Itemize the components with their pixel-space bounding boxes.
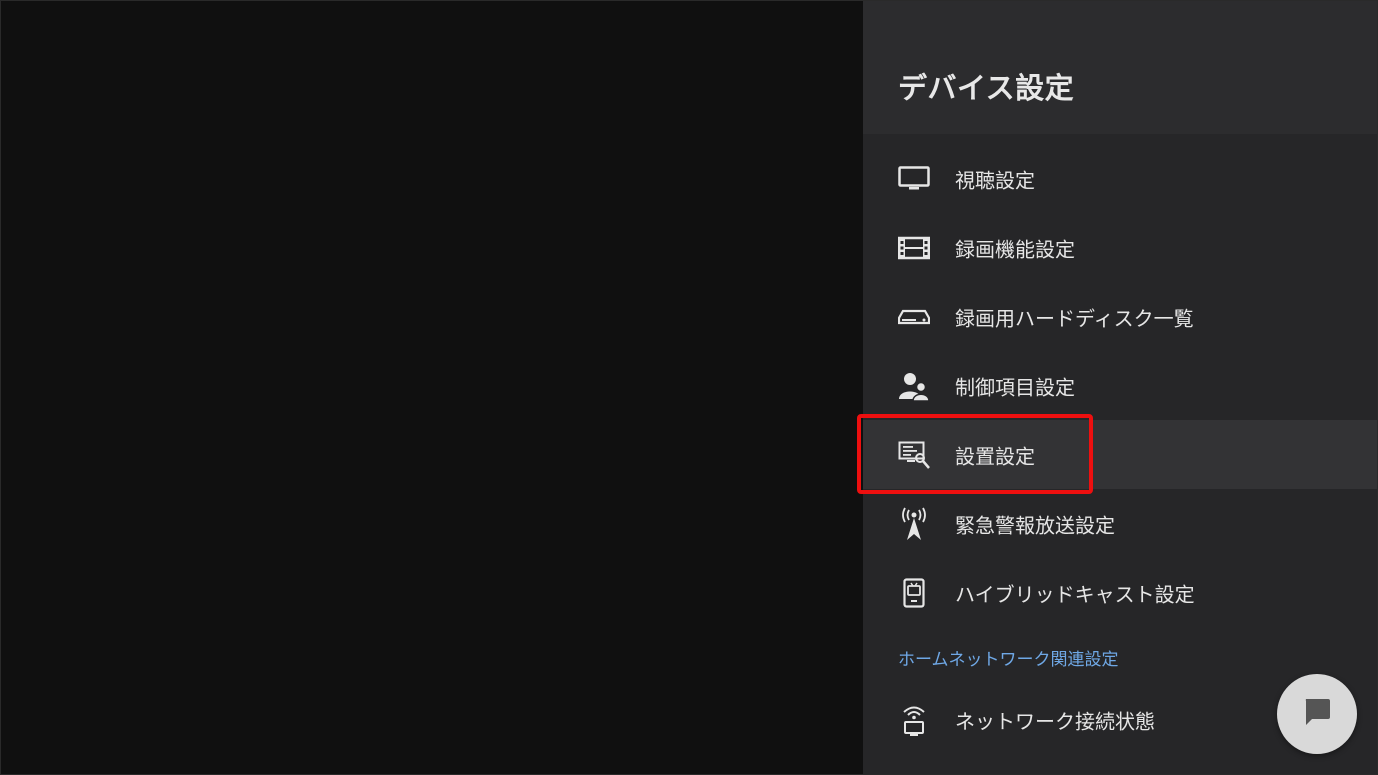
menu-item-label: 制御項目設定 (955, 375, 1075, 399)
section-header-home-network: ホームネットワーク関連設定 (898, 650, 1119, 670)
screen: デバイス設定 視聴設定 録画機能設定 録画用ハードディスク一覧 制御項目設定 設… (0, 0, 1378, 775)
menu-item-setup-settings[interactable]: 設置設定 (863, 420, 1377, 489)
chat-button[interactable] (1277, 674, 1357, 754)
menu-item-label: 録画用ハードディスク一覧 (955, 306, 1194, 330)
device-settings-panel: デバイス設定 視聴設定 録画機能設定 録画用ハードディスク一覧 制御項目設定 設… (863, 1, 1377, 774)
video-area (1, 1, 863, 774)
chat-icon (1301, 696, 1333, 732)
menu-item-label: 設置設定 (955, 444, 1035, 468)
setup-icon (898, 439, 930, 471)
menu-item-emergency-broadcast[interactable]: 緊急警報放送設定 (863, 489, 1377, 558)
antenna-icon (898, 507, 930, 540)
menu-item-hybridcast-settings[interactable]: ハイブリッドキャスト設定 (863, 558, 1377, 627)
panel-header: デバイス設定 (863, 1, 1377, 134)
menu-item-label: 視聴設定 (955, 168, 1035, 192)
menu-item-label: 録画機能設定 (955, 237, 1075, 261)
network-icon (898, 704, 930, 736)
film-icon (898, 232, 930, 264)
menu-item-control-settings[interactable]: 制御項目設定 (863, 351, 1377, 420)
menu-item-hdd-list[interactable]: 録画用ハードディスク一覧 (863, 282, 1377, 351)
page-title: デバイス設定 (898, 71, 1075, 105)
menu-item-viewing-settings[interactable]: 視聴設定 (863, 144, 1377, 213)
hybridcast-icon (898, 577, 930, 609)
menu-item-recording-settings[interactable]: 録画機能設定 (863, 213, 1377, 282)
menu-item-label: ハイブリッドキャスト設定 (955, 582, 1195, 606)
users-icon (898, 370, 930, 402)
menu-item-label: 緊急警報放送設定 (955, 513, 1115, 537)
tv-icon (898, 163, 930, 195)
menu-item-label: ネットワーク接続状態 (955, 709, 1155, 733)
hard-disk-icon (898, 301, 930, 333)
